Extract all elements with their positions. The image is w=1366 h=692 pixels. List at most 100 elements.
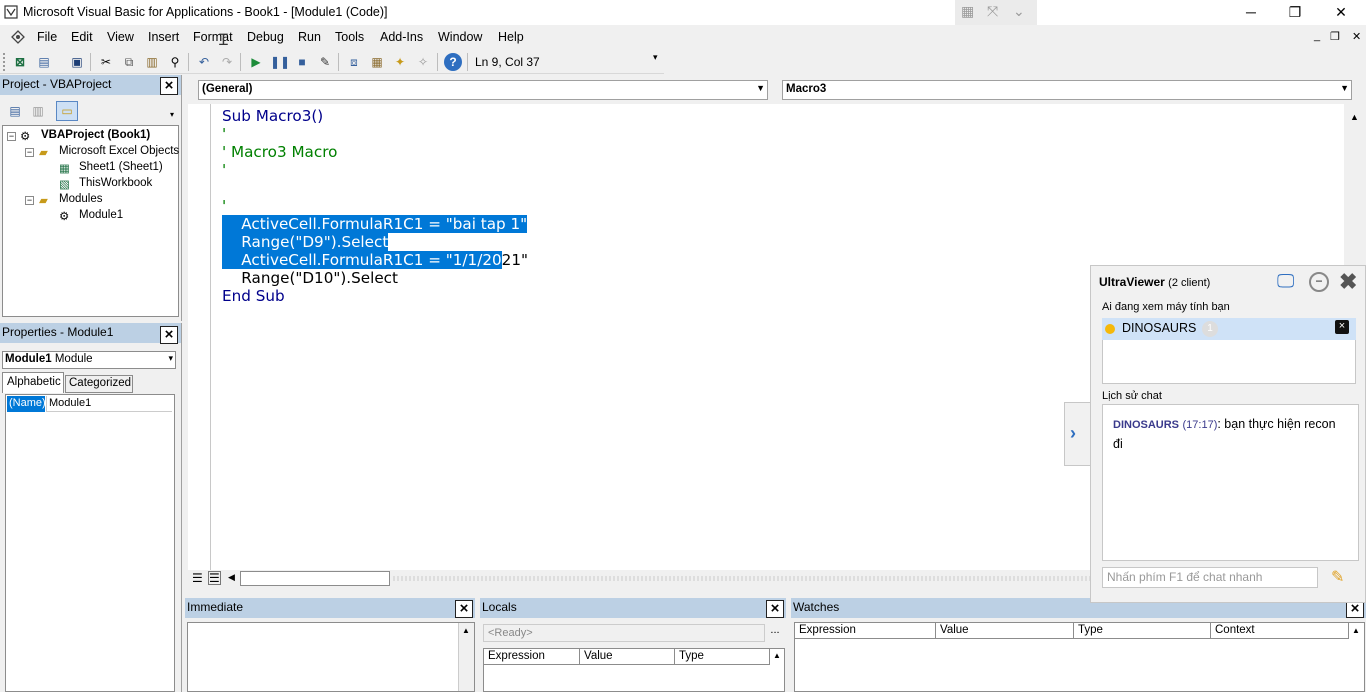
code-line-1[interactable]: Sub Macro3() [222,107,323,125]
column-header[interactable]: Expression [484,649,580,665]
tree-item-vbaproject[interactable]: VBAProject (Book1) [41,129,150,141]
column-header[interactable]: Value [580,649,675,665]
code-line-4[interactable]: ' [222,161,226,179]
minimize-button[interactable]: ─ [1228,0,1274,25]
scroll-down-icon[interactable]: ▾ [170,110,174,119]
collapse-icon[interactable]: − [7,132,16,141]
menu-window[interactable]: Window [438,30,482,44]
toolbar-grip[interactable] [3,53,7,71]
close-icon[interactable]: × [766,600,784,618]
shrink-icon[interactable]: ⤧ [987,3,998,20]
close-icon[interactable]: ✖ [1339,269,1357,295]
tree-item-excel-objects[interactable]: Microsoft Excel Objects [59,145,179,157]
property-value-cell[interactable]: Module1 [46,396,172,412]
tree-item-module1[interactable]: Module1 [79,209,123,221]
vba-menu-icon[interactable] [10,29,26,45]
toolbar-options-icon[interactable]: ▾ [653,52,658,63]
column-header[interactable]: Type [1074,623,1211,639]
grid-icon[interactable]: ▦ [961,3,974,20]
view-object-icon[interactable]: ▥ [29,102,47,120]
find-icon[interactable]: ⚲ [166,53,184,71]
property-name-cell[interactable]: (Name) [7,396,46,412]
viewer-item[interactable]: DINOSAURS 1 × [1102,318,1356,340]
close-icon[interactable]: × [160,77,178,95]
cut-icon[interactable]: ✂ [97,53,115,71]
menu-help[interactable]: Help [498,30,524,44]
excel-icon[interactable]: ⊠ [11,53,29,71]
disconnect-icon[interactable]: × [1335,320,1349,334]
column-header[interactable]: Context [1211,623,1349,639]
scroll-up-icon[interactable]: ▲ [773,651,781,660]
scroll-up-icon[interactable]: ▲ [462,626,470,635]
properties-icon[interactable]: ▦ [368,53,386,71]
object-select[interactable]: Module1 Module ▾ [2,351,176,369]
code-line-6[interactable]: ' [222,197,226,215]
code-margin[interactable] [188,104,211,570]
design-mode-icon[interactable]: ✎ [316,53,334,71]
project-explorer-icon[interactable]: ⧈ [345,53,363,71]
collapse-icon[interactable]: − [25,148,34,157]
maximize-button[interactable]: ❐ [1272,0,1318,25]
chevron-down-icon[interactable]: ⌄ [1013,3,1025,20]
menu-debug[interactable]: Debug [247,30,284,44]
save-icon[interactable]: ▣ [68,53,86,71]
tab-categorized[interactable]: Categorized [65,375,133,393]
code-line-10[interactable]: Range("D10").Select [222,269,398,287]
tree-item-sheet1[interactable]: Sheet1 (Sheet1) [79,161,163,173]
code-line-7[interactable]: ActiveCell.FormulaR1C1 = "bai tap 1" [222,215,528,233]
code-line-3[interactable]: ' Macro3 Macro [222,143,337,161]
object-combo[interactable]: (General) ▼ [198,80,768,100]
mdi-close-button[interactable]: ✕ [1352,30,1361,43]
menu-insert[interactable]: Insert [148,30,179,44]
close-button[interactable]: ✕ [1318,0,1364,25]
close-icon[interactable]: × [455,600,473,618]
chat-input[interactable]: Nhấn phím F1 để chat nhanh [1102,567,1318,588]
immediate-scrollbar[interactable]: ▲ [458,623,474,691]
chevron-right-icon[interactable]: › [1070,423,1076,444]
procedure-view-icon[interactable]: ☰ [192,571,203,585]
horizontal-scroll-thumb[interactable] [240,571,390,586]
code-line-2[interactable]: ' [222,125,226,143]
close-icon[interactable]: × [160,326,178,344]
copy-icon[interactable]: ⧉ [120,53,138,71]
locals-browse-button[interactable]: ... [766,624,784,642]
code-line-9[interactable]: ActiveCell.FormulaR1C1 = "1/1/2021" [222,251,528,269]
immediate-input[interactable]: ▲ [187,622,475,692]
insert-module-icon[interactable]: ▤ [35,53,53,71]
column-header[interactable]: Value [936,623,1074,639]
undo-icon[interactable]: ↶ [195,53,213,71]
menu-file[interactable]: File [37,30,57,44]
code-line-11[interactable]: End Sub [222,287,285,305]
column-header[interactable]: Type [675,649,770,665]
attachment-icon[interactable]: ✎ [1331,567,1344,587]
scroll-left-icon[interactable]: ◀ [228,572,235,583]
view-code-icon[interactable]: ▤ [6,102,24,120]
break-icon[interactable]: ❚❚ [270,53,290,71]
run-icon[interactable]: ▶ [247,53,265,71]
toolbox-icon[interactable]: ✧ [414,53,432,71]
menu-edit[interactable]: Edit [71,30,93,44]
toggle-folders-icon[interactable]: ▭ [56,101,78,121]
menu-addins[interactable]: Add-Ins [380,30,423,44]
code-line-8[interactable]: Range("D9").Select [222,233,389,251]
tab-alphabetic[interactable]: Alphabetic [2,372,64,393]
redo-icon[interactable]: ↷ [218,53,236,71]
column-header[interactable]: Expression [795,623,936,639]
help-icon[interactable]: ? [444,53,462,71]
scroll-up-icon[interactable]: ▲ [1350,112,1359,122]
minimize-icon[interactable]: − [1309,272,1329,292]
paste-icon[interactable]: ▥ [143,53,161,71]
tree-item-modules[interactable]: Modules [59,193,102,205]
monitor-icon[interactable]: 🖵 [1277,271,1294,292]
full-module-view-icon[interactable]: ☰ [208,571,221,585]
menu-tools[interactable]: Tools [335,30,364,44]
mdi-restore-button[interactable]: ❐ [1330,30,1340,43]
tree-item-thisworkbook[interactable]: ThisWorkbook [79,177,152,189]
menu-run[interactable]: Run [298,30,321,44]
ultraviewer-collapse-tab[interactable]: › [1064,402,1090,466]
reset-icon[interactable]: ■ [293,53,311,71]
mdi-minimize-button[interactable]: _ [1314,30,1320,42]
object-browser-icon[interactable]: ✦ [391,53,409,71]
collapse-icon[interactable]: − [25,196,34,205]
procedure-combo[interactable]: Macro3 ▼ [782,80,1352,100]
